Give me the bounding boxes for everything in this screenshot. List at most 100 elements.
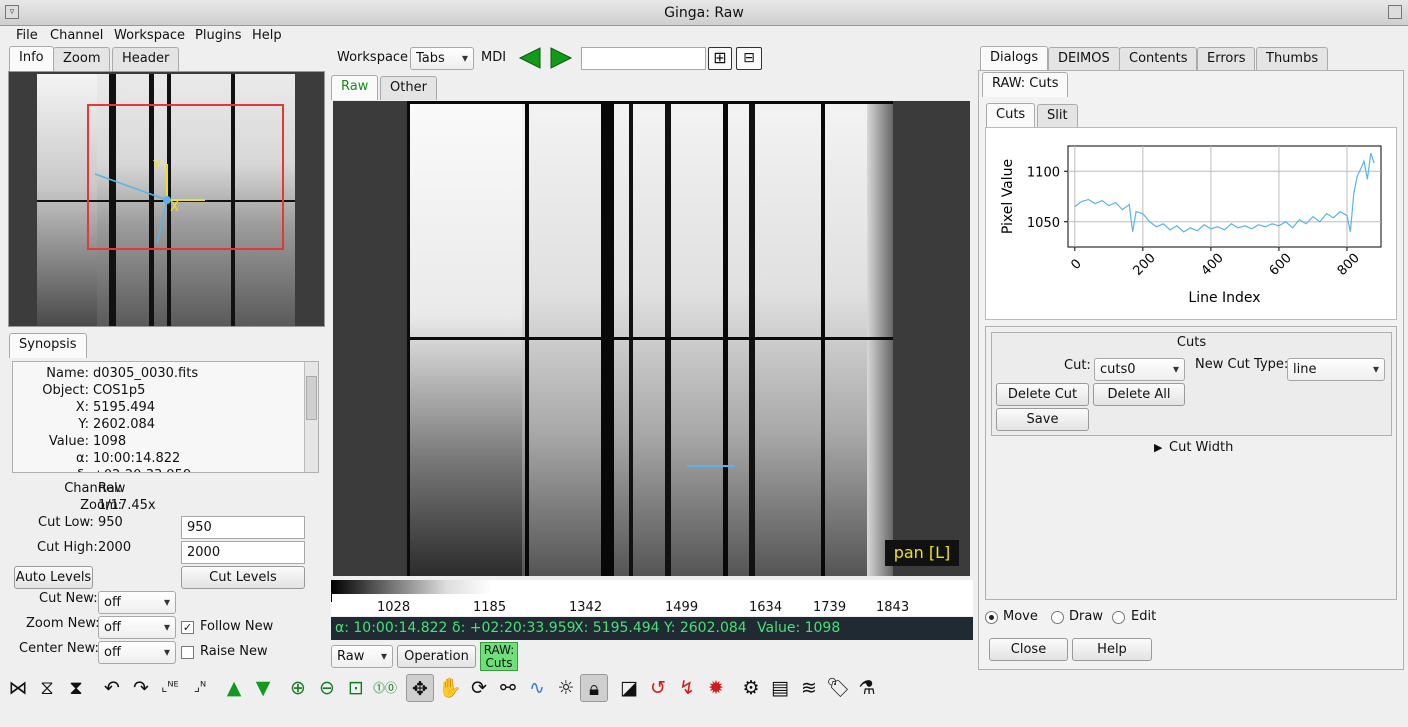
microscope-icon[interactable]: ⚗: [853, 674, 881, 702]
zoom-100-icon[interactable]: ⓵⓪: [371, 674, 399, 702]
flip-x-icon[interactable]: ⋈: [4, 674, 32, 702]
cut-width-label[interactable]: Cut Width: [1169, 439, 1233, 457]
flip-y-icon[interactable]: ⧖: [33, 674, 61, 702]
lock-icon[interactable]: 🔒︎: [580, 674, 608, 702]
zoom-new-select[interactable]: off: [98, 616, 176, 639]
window-maximize-icon[interactable]: [1388, 5, 1402, 19]
orient-nw-icon[interactable]: ⌟ᴺ: [186, 674, 214, 702]
delete-cut-button[interactable]: Delete Cut: [996, 383, 1089, 406]
tab-synopsis[interactable]: Synopsis: [9, 333, 87, 358]
mode-draw-radio[interactable]: [1051, 611, 1064, 624]
swap-xy-icon[interactable]: ⧗: [62, 674, 90, 702]
svg-text:Y: Y: [152, 159, 161, 174]
cut-new-label: Cut New:: [39, 591, 98, 606]
layers-icon[interactable]: ≋: [795, 674, 823, 702]
close-button[interactable]: Close: [989, 638, 1068, 661]
tab-slit[interactable]: Slit: [1037, 104, 1078, 128]
cuts-group-title: Cuts: [1176, 335, 1207, 350]
menu-workspace[interactable]: Workspace: [110, 26, 189, 46]
tab-header[interactable]: Header: [112, 47, 180, 71]
reset-rotation-icon[interactable]: ↺: [644, 674, 672, 702]
zoom-in-icon[interactable]: ⊕: [284, 674, 312, 702]
cuts-plot[interactable]: 0 200 400 600 800 1050 1100 Line Index Pixel Val…: [985, 127, 1397, 320]
expand-arrow-icon[interactable]: ▶: [1154, 439, 1162, 457]
compass-overlay: Y X: [94, 159, 205, 245]
channel-name-input[interactable]: [581, 47, 706, 70]
previous-image-icon[interactable]: ▲: [220, 674, 248, 702]
new-cut-type-label: New Cut Type:: [1195, 357, 1289, 372]
reset-colormap-icon[interactable]: ✹: [702, 674, 730, 702]
follow-new-checkbox[interactable]: ✓: [181, 621, 194, 634]
add-channel-icon[interactable]: ⊞: [708, 47, 732, 70]
tab-errors[interactable]: Errors: [1197, 47, 1256, 71]
rotate-ccw-icon[interactable]: ↶: [98, 674, 126, 702]
tab-raw-cuts[interactable]: RAW: Cuts: [982, 72, 1069, 97]
delete-channel-icon[interactable]: ⊟: [736, 47, 762, 70]
pan-image-view[interactable]: Y X: [8, 71, 325, 327]
file-open-icon[interactable]: ▤: [766, 674, 794, 702]
status-readout: α: 10:00:14.822 δ: +02:20:33.959 X: 5195…: [331, 617, 973, 640]
tab-cuts[interactable]: Cuts: [986, 103, 1036, 128]
center-new-select[interactable]: off: [98, 641, 176, 664]
help-button[interactable]: Help: [1072, 638, 1152, 661]
colorbar-tick: 1028: [377, 600, 411, 615]
center-image-icon[interactable]: ◪: [615, 674, 643, 702]
synopsis-value: +02:20:33.959: [93, 467, 191, 472]
rotate-cw-icon[interactable]: ↷: [127, 674, 155, 702]
delete-all-button[interactable]: Delete All: [1093, 383, 1185, 406]
new-cut-type-select[interactable]: line: [1287, 358, 1385, 381]
mode-move-radio[interactable]: [985, 611, 998, 624]
tab-info[interactable]: Info: [9, 46, 54, 71]
window-menu-icon[interactable]: ▿: [5, 5, 19, 19]
previous-channel-icon[interactable]: [518, 46, 544, 70]
zoom-out-icon[interactable]: ⊖: [313, 674, 341, 702]
save-button[interactable]: Save: [996, 408, 1089, 431]
next-image-icon[interactable]: ▼: [249, 674, 277, 702]
contrast-mode-icon[interactable]: ∿: [523, 674, 551, 702]
cut-high-input[interactable]: 2000: [181, 541, 305, 564]
tab-contents[interactable]: Contents: [1119, 47, 1198, 71]
tags-icon[interactable]: 🏷︎: [824, 674, 852, 702]
cut-line-marker[interactable]: [687, 465, 735, 467]
operation-button[interactable]: Operation: [397, 645, 476, 668]
x-tick-label: 800: [1335, 251, 1363, 279]
tab-deimos[interactable]: DEIMOS: [1048, 47, 1120, 71]
pan-mode-icon[interactable]: ✥: [406, 674, 434, 702]
mode-edit-radio[interactable]: [1112, 611, 1125, 624]
cmap-mode-icon[interactable]: ☼: [552, 674, 580, 702]
plugin-badge[interactable]: RAW: Cuts: [480, 642, 518, 671]
menu-channel[interactable]: Channel: [46, 26, 107, 46]
menu-plugins[interactable]: Plugins: [191, 26, 246, 46]
cut-new-select[interactable]: off: [98, 591, 176, 614]
free-pan-icon[interactable]: ✋: [436, 674, 464, 702]
auto-levels-button[interactable]: Auto Levels: [14, 566, 93, 589]
channel-select[interactable]: Raw: [331, 645, 393, 668]
reset-contrast-icon[interactable]: ↯: [673, 674, 701, 702]
cut-mode-icon[interactable]: ⚯: [494, 674, 522, 702]
synopsis-value: COS1p5: [93, 383, 146, 398]
cut-select[interactable]: cuts0: [1094, 358, 1185, 381]
cut-low-input[interactable]: 950: [181, 516, 305, 539]
tab-thumbs[interactable]: Thumbs: [1256, 47, 1329, 71]
menu-file[interactable]: File: [12, 26, 42, 46]
orient-ne-icon[interactable]: ⌞ᴺᴱ: [156, 674, 184, 702]
next-channel-icon[interactable]: [547, 46, 573, 70]
cut-label: Cut:: [1064, 358, 1091, 373]
synopsis-list[interactable]: Name: d0305_0030.fits Object: COS1p5 X: 5195.…: [12, 361, 319, 473]
settings-gear-icon[interactable]: ⚙: [737, 674, 765, 702]
colorbar[interactable]: [331, 580, 973, 594]
cut-levels-button[interactable]: Cut Levels: [181, 566, 305, 589]
menu-help[interactable]: Help: [248, 26, 286, 46]
tab-zoom[interactable]: Zoom: [53, 47, 111, 71]
synopsis-scrollbar[interactable]: [304, 362, 318, 472]
tab-dialogs[interactable]: Dialogs: [980, 46, 1049, 71]
tab-raw[interactable]: Raw: [331, 75, 379, 100]
plot-frame: [1067, 145, 1382, 248]
workspace-select[interactable]: Tabs: [410, 47, 474, 70]
tab-other[interactable]: Other: [380, 76, 437, 100]
raise-new-checkbox[interactable]: [181, 646, 194, 659]
title-bar: ▿ Ginga: Raw: [0, 0, 1408, 26]
rotate-mode-icon[interactable]: ⟳: [465, 674, 493, 702]
zoom-fit-icon[interactable]: ⊡: [342, 674, 370, 702]
main-image-viewer[interactable]: pan [L]: [333, 101, 970, 576]
